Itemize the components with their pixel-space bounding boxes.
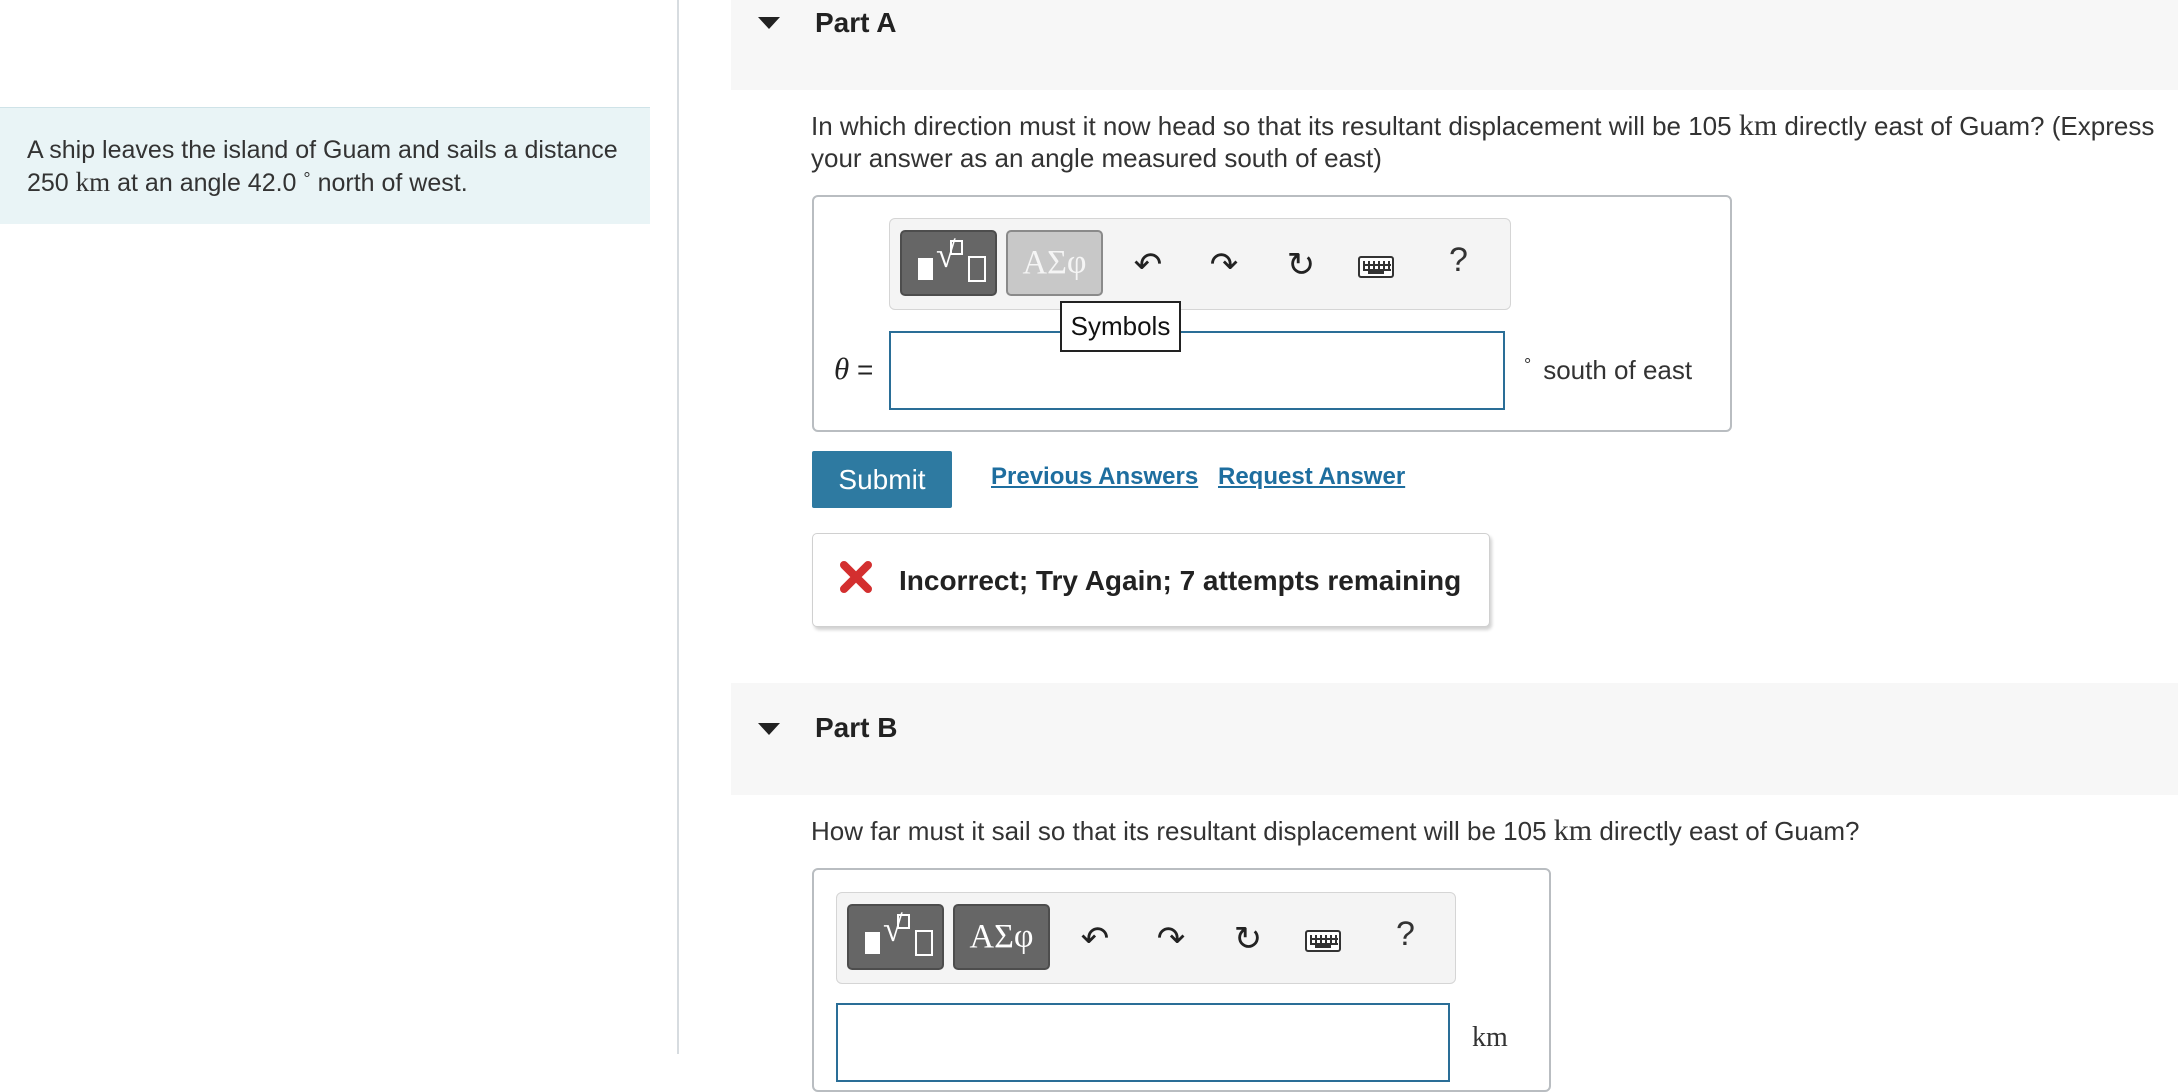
problem-statement: A ship leaves the island of Guam and sai… [0,107,650,224]
help-button[interactable]: ? [1449,241,1468,280]
column-divider [677,0,679,1054]
part-b-answer-box: √ ΑΣφ ↶ ↷ ↻ ? km [812,868,1551,1092]
reset-icon[interactable]: ↻ [1228,919,1268,959]
part-a-unit: ° south of east [1524,355,1692,386]
part-a-answer-box: √ ΑΣφ ↶ ↷ ↻ ? θ = ° south of east [812,195,1732,432]
part-b-question-text: How far must it sail so that its resulta… [811,816,1547,846]
collapse-triangle-icon[interactable] [758,723,780,735]
part-a-question-unit: km [1738,109,1778,142]
feedback-box: Incorrect; Try Again; 7 attempts remaini… [812,533,1490,627]
part-b-question-text-end: directly east of Guam? [1599,816,1860,846]
part-a-question-text-end: directly east of Guam? (Express [1784,111,2155,141]
problem-text-middle: at an angle 42.0 [117,169,297,197]
part-b-answer-input[interactable] [836,1003,1450,1082]
problem-unit: km [75,167,111,197]
degree-symbol: ° [1524,355,1532,375]
symbols-button[interactable]: ΑΣφ [1006,230,1103,296]
templates-sqrt-icon[interactable]: √ [900,230,997,296]
symbols-label: ΑΣφ [969,918,1034,955]
part-a-header[interactable]: Part A [731,0,2178,90]
part-a-question-text: In which direction must it now head so t… [811,111,1732,141]
feedback-message: Incorrect; Try Again; 7 attempts remaini… [899,565,1462,596]
theta-label: θ = [834,351,873,387]
problem-degree: ° [303,169,311,189]
request-answer-link[interactable]: Request Answer [1218,463,1405,491]
part-b-math-toolbar: √ ΑΣφ ↶ ↷ ↻ ? [836,892,1456,984]
part-b-header[interactable]: Part B [731,683,2178,795]
symbols-button[interactable]: ΑΣφ [953,904,1050,970]
south-of-east-label: south of east [1543,355,1693,385]
part-a-title: Part A [815,7,897,38]
collapse-triangle-icon[interactable] [758,17,780,29]
submit-button[interactable]: Submit [812,451,952,508]
part-a-question: In which direction must it now head so t… [811,110,2171,174]
symbols-tooltip: Symbols [1060,301,1181,352]
reset-icon[interactable]: ↻ [1281,245,1321,285]
undo-icon[interactable]: ↶ [1128,245,1168,285]
keyboard-icon[interactable] [1305,930,1341,952]
previous-answers-link[interactable]: Previous Answers [991,463,1198,491]
redo-icon[interactable]: ↷ [1151,919,1191,959]
part-a-math-toolbar: √ ΑΣφ ↶ ↷ ↻ ? [889,218,1511,310]
part-a-answer-input[interactable] [889,331,1505,410]
templates-sqrt-icon[interactable]: √ [847,904,944,970]
part-b-question-unit: km [1553,814,1593,847]
part-b-title: Part B [815,712,898,743]
part-a-question-line2: your answer as an angle measured south o… [811,143,1382,173]
symbols-label: ΑΣφ [1022,244,1087,281]
theta-symbol: θ [834,351,850,386]
redo-icon[interactable]: ↷ [1204,245,1244,285]
problem-text-after: north of west. [317,169,468,197]
undo-icon[interactable]: ↶ [1075,919,1115,959]
keyboard-icon[interactable] [1358,256,1394,278]
part-b-unit: km [1472,1022,1508,1053]
equals-sign: = [857,354,874,385]
part-b-question: How far must it sail so that its resulta… [811,815,2171,847]
help-button[interactable]: ? [1396,915,1415,954]
error-x-icon [840,561,872,593]
